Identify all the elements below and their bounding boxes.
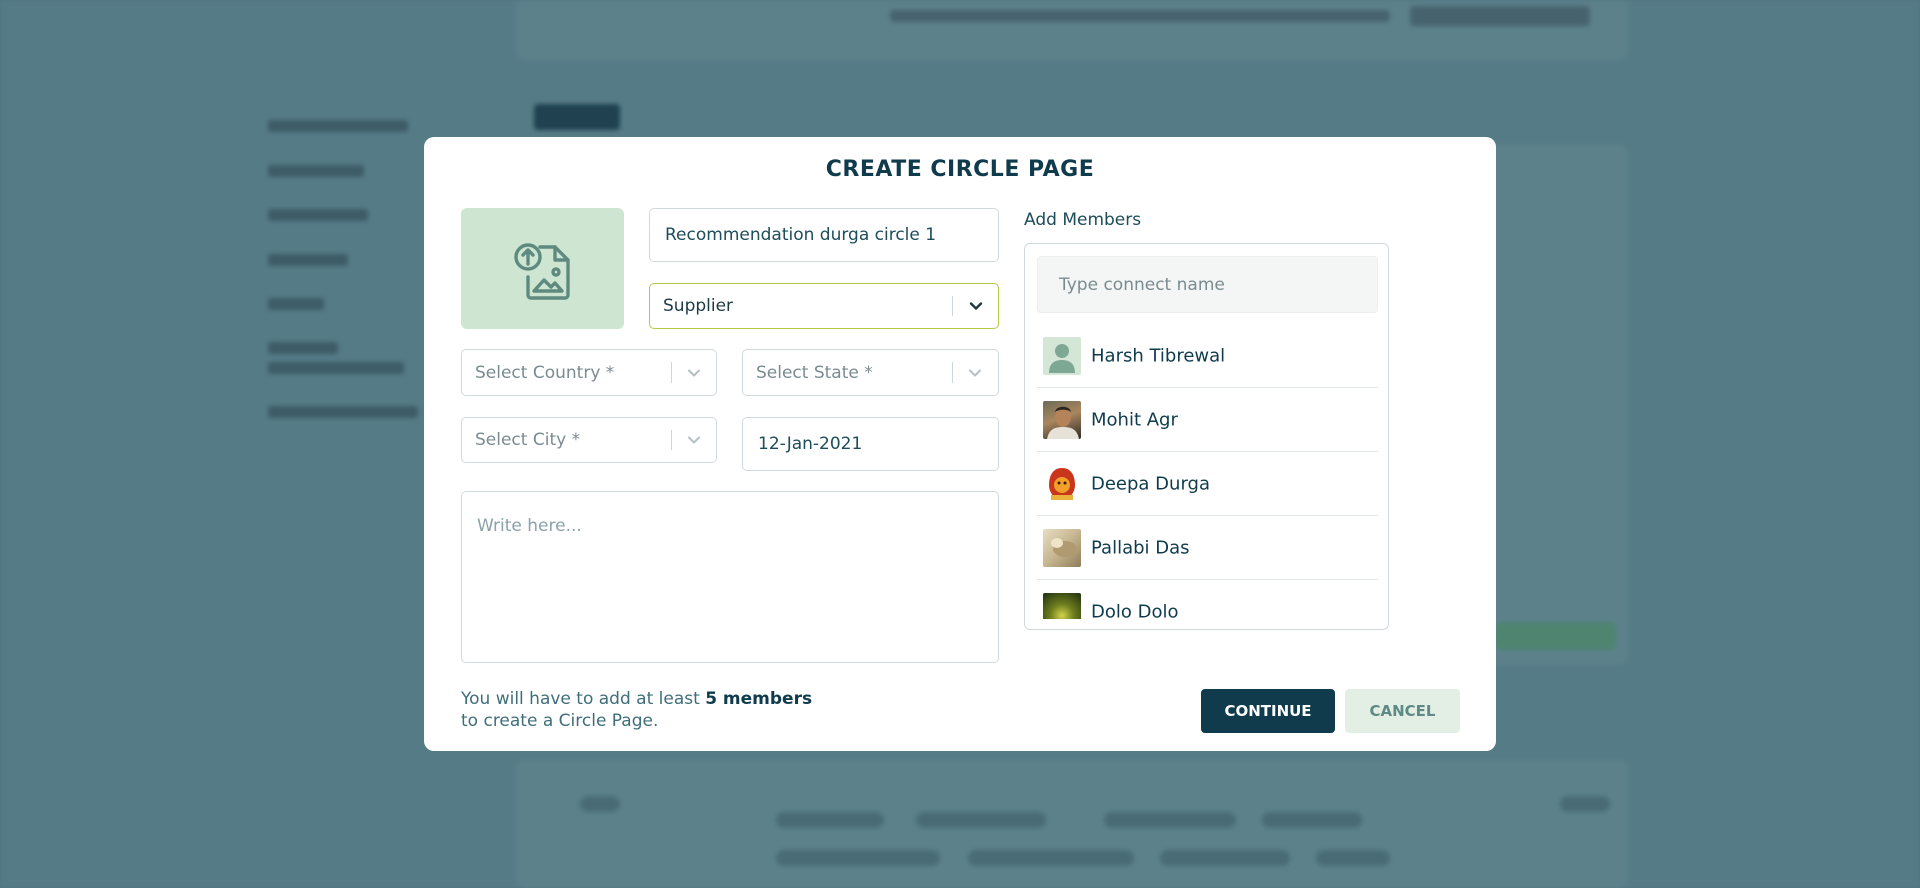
dialog-title: CREATE CIRCLE PAGE xyxy=(825,157,1095,182)
bg-sidebar-item xyxy=(268,120,408,132)
member-search-input[interactable]: Type connect name xyxy=(1037,256,1378,313)
bg-sidebar-item xyxy=(268,254,348,266)
circle-name-input[interactable]: Recommendation durga circle 1 xyxy=(649,208,999,262)
bg-top-button xyxy=(1410,6,1590,26)
members-panel: Type connect name Harsh Tibrewal Mohit A… xyxy=(1024,243,1389,630)
cancel-button[interactable]: CANCEL xyxy=(1345,689,1460,733)
bg-sidebar-item xyxy=(268,209,368,221)
member-list[interactable]: Harsh Tibrewal Mohit Agr Deepa Durga Pal… xyxy=(1037,324,1378,619)
member-name: Pallabi Das xyxy=(1091,537,1190,558)
avatar xyxy=(1043,464,1081,503)
chevron-down-icon[interactable] xyxy=(967,365,983,381)
city-placeholder: Select City * xyxy=(475,430,581,450)
note-prefix: You will have to add at least xyxy=(461,689,706,709)
bg-sidebar-item xyxy=(268,165,364,177)
note-suffix: to create a Circle Page. xyxy=(461,711,659,731)
avatar xyxy=(1043,593,1081,619)
chevron-down-icon[interactable] xyxy=(968,298,984,314)
bg-top-text xyxy=(890,10,1390,22)
description-textarea[interactable]: Write here... xyxy=(461,491,999,663)
member-item[interactable]: Mohit Agr xyxy=(1037,388,1378,452)
bg-chip xyxy=(776,850,940,866)
state-placeholder: Select State * xyxy=(756,362,873,383)
select-separator xyxy=(952,296,953,316)
avatar xyxy=(1043,400,1081,439)
member-name: Deepa Durga xyxy=(1091,473,1210,494)
chevron-down-icon[interactable] xyxy=(686,365,702,381)
bg-chip xyxy=(1316,850,1390,866)
minimum-members-note: You will have to add at least 5 members … xyxy=(461,688,861,732)
member-name: Mohit Agr xyxy=(1091,409,1178,430)
circle-type-select[interactable]: Supplier xyxy=(649,283,999,329)
bg-green-button xyxy=(1496,622,1616,650)
bg-sidebar-item xyxy=(268,342,338,354)
chevron-down-icon[interactable] xyxy=(686,432,702,448)
member-item[interactable]: Deepa Durga xyxy=(1037,452,1378,516)
select-separator xyxy=(952,362,953,383)
bg-chip xyxy=(580,796,620,812)
bg-heading xyxy=(534,104,620,130)
bg-chip xyxy=(1104,812,1236,828)
add-members-label: Add Members xyxy=(1024,210,1142,230)
member-item[interactable]: Pallabi Das xyxy=(1037,516,1378,580)
date-value: 12-Jan-2021 xyxy=(758,434,863,454)
select-separator xyxy=(671,430,672,450)
image-upload-icon xyxy=(513,242,570,300)
member-search-placeholder: Type connect name xyxy=(1059,274,1225,295)
description-placeholder: Write here... xyxy=(477,516,582,536)
image-upload-button[interactable] xyxy=(461,208,624,329)
date-input[interactable]: 12-Jan-2021 xyxy=(742,417,999,471)
country-select[interactable]: Select Country * xyxy=(461,349,717,396)
bg-sidebar-item xyxy=(268,406,418,418)
member-name: Harsh Tibrewal xyxy=(1091,345,1226,366)
bg-chip xyxy=(968,850,1134,866)
select-separator xyxy=(671,362,672,383)
bg-chip xyxy=(776,812,884,828)
circle-type-value: Supplier xyxy=(663,296,734,316)
bg-chip xyxy=(1262,812,1362,828)
default-person-icon xyxy=(1043,336,1081,375)
circle-name-value: Recommendation durga circle 1 xyxy=(665,225,937,245)
city-select[interactable]: Select City * xyxy=(461,417,717,463)
bg-sidebar-item xyxy=(268,362,404,374)
member-name: Dolo Dolo xyxy=(1091,601,1179,620)
member-item[interactable]: Dolo Dolo xyxy=(1037,580,1378,619)
member-item[interactable]: Harsh Tibrewal xyxy=(1037,324,1378,388)
country-placeholder: Select Country * xyxy=(475,362,615,383)
create-circle-dialog: CREATE CIRCLE PAGE Recommendation durga … xyxy=(424,137,1496,751)
state-select[interactable]: Select State * xyxy=(742,349,999,396)
avatar xyxy=(1043,528,1081,567)
bg-chip xyxy=(916,812,1046,828)
bg-sidebar-item xyxy=(268,298,324,310)
note-bold: 5 members xyxy=(705,689,813,709)
bg-chip xyxy=(1160,850,1290,866)
bg-lower-card xyxy=(516,760,1628,888)
bg-chip xyxy=(1560,796,1610,812)
continue-button[interactable]: CONTINUE xyxy=(1201,689,1335,733)
